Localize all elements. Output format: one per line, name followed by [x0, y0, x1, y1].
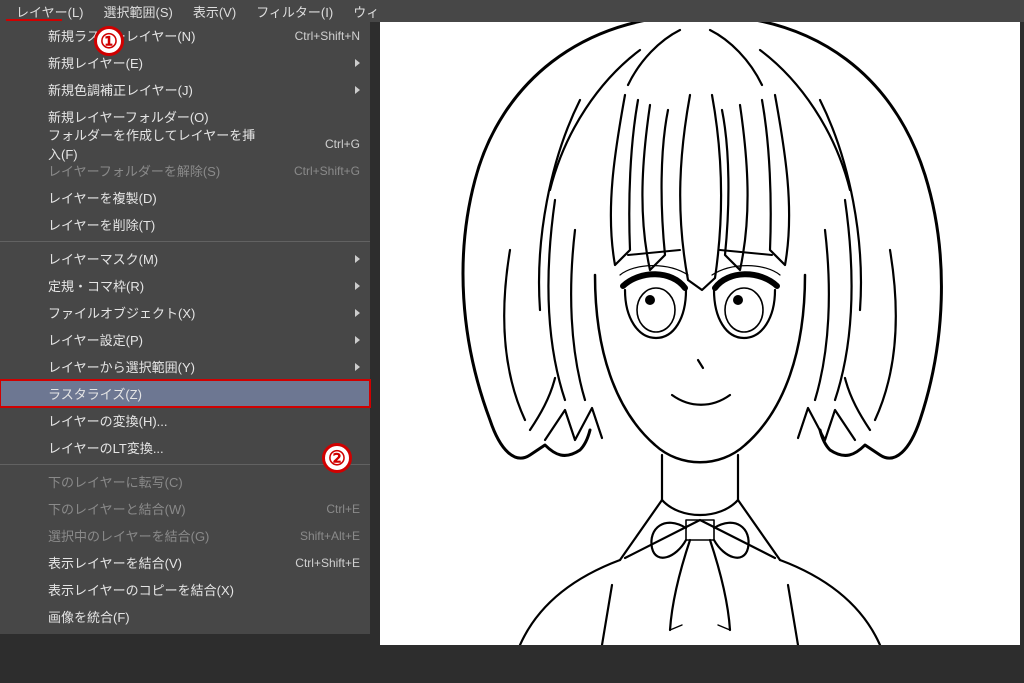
menu-item[interactable]: ラスタライズ(Z): [0, 380, 370, 407]
annotation-1: ①: [94, 26, 124, 56]
menu-item[interactable]: 表示レイヤーのコピーを結合(X): [0, 576, 370, 603]
layer-dropdown-menu: 新規ラスターレイヤー(N)Ctrl+Shift+N 新規レイヤー(E) 新規色調補正…: [0, 22, 370, 634]
chevron-right-icon: [355, 255, 360, 263]
menu-item[interactable]: ファイルオブジェクト(X): [0, 299, 370, 326]
lineart-illustration: [380, 0, 1020, 645]
menu-item-label: 新規レイヤーフォルダー(O): [48, 107, 360, 126]
chevron-right-icon: [355, 336, 360, 344]
chevron-right-icon: [355, 363, 360, 371]
active-menu-underline: [6, 19, 62, 21]
menu-item[interactable]: レイヤーを複製(D): [0, 184, 370, 211]
menubar-item[interactable]: ウィ: [343, 0, 389, 23]
canvas[interactable]: [380, 0, 1020, 645]
menu-item: 選択中のレイヤーを結合(G)Shift+Alt+E: [0, 522, 370, 549]
chevron-right-icon: [355, 59, 360, 67]
menu-item-label: 新規ラスターレイヤー(N): [48, 26, 260, 45]
menu-item-label: 表示レイヤーのコピーを結合(X): [48, 580, 360, 599]
menu-item-label: レイヤーマスク(M): [48, 249, 360, 268]
menu-item[interactable]: 新規ラスターレイヤー(N)Ctrl+Shift+N: [0, 22, 370, 49]
menu-item-label: 定規・コマ枠(R): [48, 276, 360, 295]
menu-item-shortcut: Ctrl+Shift+G: [260, 164, 360, 178]
menu-item-label: レイヤーの変換(H)...: [48, 411, 360, 430]
menu-item-label: 選択中のレイヤーを結合(G): [48, 526, 260, 545]
chevron-right-icon: [355, 309, 360, 317]
menu-item[interactable]: 画像を統合(F): [0, 603, 370, 630]
menu-item-label: ラスタライズ(Z): [48, 384, 360, 403]
menu-item[interactable]: 表示レイヤーを結合(V)Ctrl+Shift+E: [0, 549, 370, 576]
menu-item-label: レイヤーを削除(T): [48, 215, 360, 234]
menu-item-shortcut: Ctrl+Shift+N: [260, 29, 360, 43]
menu-item-label: 表示レイヤーを結合(V): [48, 553, 260, 572]
menu-item: 下のレイヤーに転写(C): [0, 468, 370, 495]
menu-item-label: 下のレイヤーと結合(W): [48, 499, 260, 518]
menu-item-label: 画像を統合(F): [48, 607, 360, 626]
menu-item-label: ファイルオブジェクト(X): [48, 303, 360, 322]
menu-item-label: レイヤーフォルダーを解除(S): [48, 161, 260, 180]
menu-item-shortcut: Ctrl+G: [260, 137, 360, 151]
menu-item-label: 新規レイヤー(E): [48, 53, 360, 72]
menu-item-label: レイヤーのLT変換...: [48, 438, 360, 457]
menu-item[interactable]: 定規・コマ枠(R): [0, 272, 370, 299]
menubar: レイヤー(L)選択範囲(S)表示(V)フィルター(I)ウィ: [0, 0, 1024, 22]
menu-item[interactable]: レイヤー設定(P): [0, 326, 370, 353]
menu-item[interactable]: レイヤーから選択範囲(Y): [0, 353, 370, 380]
annotation-2: ②: [322, 443, 352, 473]
menubar-item[interactable]: 選択範囲(S): [94, 0, 183, 23]
menu-item-shortcut: Ctrl+E: [260, 502, 360, 516]
menu-item-label: レイヤーから選択範囲(Y): [48, 357, 360, 376]
menu-item[interactable]: レイヤーを削除(T): [0, 211, 370, 238]
menu-separator: [0, 464, 370, 465]
menu-item-label: レイヤーを複製(D): [48, 188, 360, 207]
chevron-right-icon: [355, 282, 360, 290]
menu-item[interactable]: レイヤーのLT変換...: [0, 434, 370, 461]
menu-item[interactable]: レイヤーマスク(M): [0, 245, 370, 272]
menu-item-label: レイヤー設定(P): [48, 330, 360, 349]
chevron-right-icon: [355, 86, 360, 94]
menubar-item[interactable]: フィルター(I): [246, 0, 343, 23]
menu-item: 下のレイヤーと結合(W)Ctrl+E: [0, 495, 370, 522]
menu-item-label: 新規色調補正レイヤー(J): [48, 80, 360, 99]
menu-item[interactable]: レイヤーの変換(H)...: [0, 407, 370, 434]
menubar-item[interactable]: 表示(V): [183, 0, 246, 23]
menu-item: レイヤーフォルダーを解除(S)Ctrl+Shift+G: [0, 157, 370, 184]
menu-item-shortcut: Shift+Alt+E: [260, 529, 360, 543]
menu-item-label: 下のレイヤーに転写(C): [48, 472, 360, 491]
menu-item[interactable]: 新規レイヤー(E): [0, 49, 370, 76]
menu-item[interactable]: 新規色調補正レイヤー(J): [0, 76, 370, 103]
menu-item-shortcut: Ctrl+Shift+E: [260, 556, 360, 570]
menu-item[interactable]: フォルダーを作成してレイヤーを挿入(F)Ctrl+G: [0, 130, 370, 157]
menu-separator: [0, 241, 370, 242]
